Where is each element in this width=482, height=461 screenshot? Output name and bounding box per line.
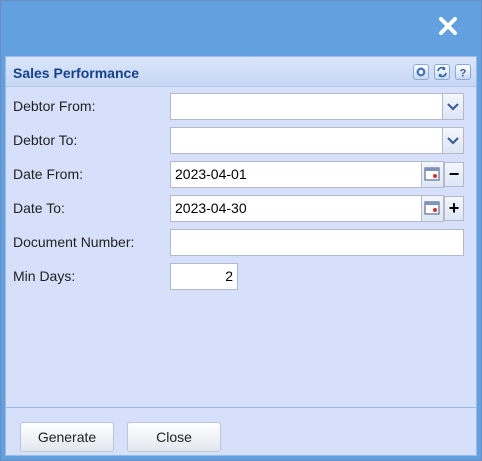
document-number-label: Document Number: <box>13 234 135 250</box>
debtor-from-combo[interactable] <box>170 93 464 120</box>
chevron-down-icon[interactable] <box>442 128 463 153</box>
debtor-to-label: Debtor To: <box>13 132 78 148</box>
debtor-from-label: Debtor From: <box>13 98 96 114</box>
refresh-icon[interactable] <box>434 64 450 80</box>
date-to-label: Date To: <box>13 200 65 216</box>
date-to-field[interactable]: 2023-04-30 <box>170 195 444 222</box>
generate-button[interactable]: Generate <box>20 422 114 452</box>
date-from-field[interactable]: 2023-04-01 <box>170 161 444 188</box>
chevron-down-icon[interactable] <box>442 94 463 119</box>
increase-date-button[interactable]: + <box>444 196 464 221</box>
dialog-footer: Generate Close <box>6 407 476 455</box>
min-days-label: Min Days: <box>13 268 76 284</box>
sales-performance-panel: Sales Performance ? Debtor From: Debtor … <box>5 56 477 456</box>
calendar-icon[interactable] <box>421 162 443 187</box>
close-button[interactable]: Close <box>127 422 221 452</box>
debtor-to-combo[interactable] <box>170 127 464 154</box>
date-to-value: 2023-04-30 <box>175 200 247 216</box>
panel-title: Sales Performance <box>13 65 140 81</box>
min-days-input[interactable]: 2 <box>170 263 238 290</box>
dialog-window: Sales Performance ? Debtor From: Debtor … <box>0 0 482 461</box>
gear-icon[interactable] <box>413 64 429 80</box>
close-icon[interactable] <box>437 15 459 37</box>
panel-header: Sales Performance ? <box>6 57 476 87</box>
date-from-value: 2023-04-01 <box>175 166 247 182</box>
calendar-icon[interactable] <box>421 196 443 221</box>
help-icon[interactable]: ? <box>455 64 471 80</box>
decrease-date-button[interactable]: − <box>444 162 464 187</box>
document-number-input[interactable] <box>170 229 464 256</box>
svg-text:?: ? <box>460 68 467 79</box>
date-from-label: Date From: <box>13 166 84 182</box>
